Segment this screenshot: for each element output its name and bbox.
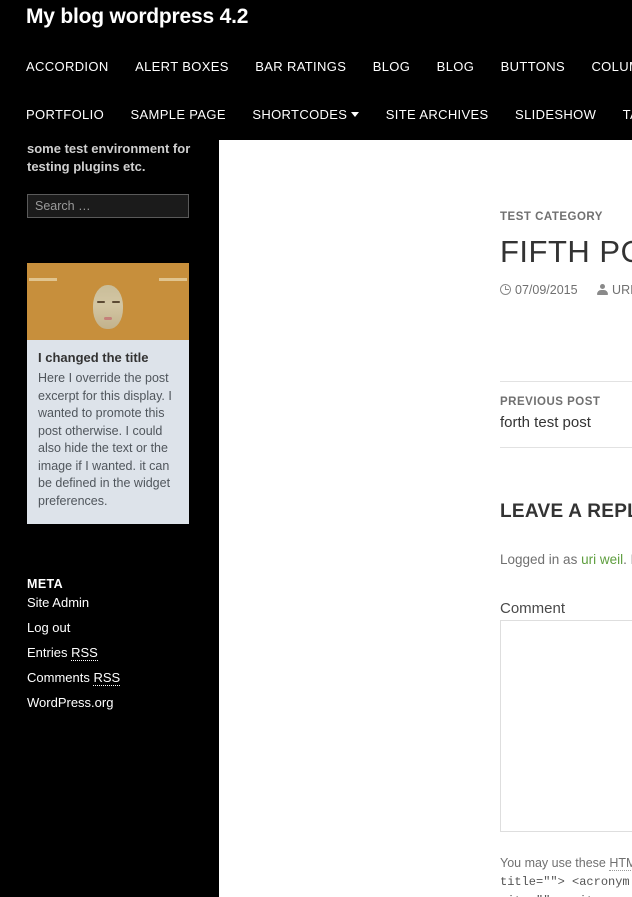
page-root: My blog wordpress 4.2 ACCORDION ALERT BO…: [0, 0, 632, 897]
search-input[interactable]: [27, 194, 189, 218]
post-navigation: PREVIOUS POST forth test post: [500, 396, 632, 431]
search-form: [27, 194, 189, 218]
widget-body: I changed the title Here I override the …: [27, 340, 189, 524]
logged-in-suffix: . L: [623, 552, 632, 567]
nav-item-portfolio[interactable]: PORTFOLIO: [26, 107, 104, 122]
divider: [500, 447, 632, 448]
widget-excerpt: Here I override the post excerpt for thi…: [38, 371, 172, 508]
list-item: Log out: [27, 619, 202, 637]
nav-item-blog-1[interactable]: BLOG: [373, 59, 411, 74]
allowed-tags-code-line-2: cite=""> <cite> <cod: [500, 892, 632, 897]
post-date: 07/09/2015: [515, 283, 578, 297]
comment-field-label: Comment: [500, 600, 566, 617]
illustration-mouth: [104, 317, 112, 320]
nav-item-shortcodes[interactable]: SHORTCODES: [252, 107, 360, 123]
primary-menu-row-2: PORTFOLIO SAMPLE PAGE SHORTCODES SITE AR…: [26, 106, 632, 124]
chevron-down-icon: [351, 112, 360, 118]
allowed-tags-code-line-1: title=""> <acronym t: [500, 875, 632, 889]
nav-item-columns[interactable]: COLUMNS: [591, 59, 632, 74]
nav-item-blog-2[interactable]: BLOG: [437, 59, 475, 74]
comment-input[interactable]: [500, 620, 632, 832]
nav-item-slideshow[interactable]: SLIDESHOW: [515, 107, 596, 122]
widget-featured-image[interactable]: [27, 263, 189, 340]
site-title[interactable]: My blog wordpress 4.2: [26, 5, 248, 29]
nav-item-shortcodes-label: SHORTCODES: [252, 107, 348, 123]
meta-link-site-admin[interactable]: Site Admin: [27, 595, 89, 610]
site-description: some test environment for testing plugin…: [27, 141, 191, 174]
rss-abbr: RSS: [93, 670, 121, 686]
nav-item-bar-ratings[interactable]: BAR RATINGS: [255, 59, 346, 74]
post-nav-link[interactable]: forth test post: [500, 414, 632, 431]
nav-item-alert-boxes[interactable]: ALERT BOXES: [135, 59, 229, 74]
main-content: TEST CATEGORY FIFTH PO 07/09/2015 URI PR…: [219, 140, 632, 897]
meta-widget-title: META: [27, 577, 64, 591]
nav-item-tabs[interactable]: TABS: [623, 107, 632, 122]
post-category[interactable]: TEST CATEGORY: [500, 211, 603, 223]
html-abbr: HTML: [609, 856, 632, 871]
clock-icon: [500, 284, 511, 295]
sidebar: some test environment for testing plugin…: [0, 140, 219, 897]
list-item: WordPress.org: [27, 694, 202, 712]
list-item: Comments RSS: [27, 669, 202, 687]
leave-a-reply-heading: LEAVE A REPLY: [500, 501, 632, 522]
user-icon: [597, 284, 609, 295]
site-masthead: My blog wordpress 4.2 ACCORDION ALERT BO…: [0, 0, 632, 140]
illustration-eye-left: [97, 301, 105, 303]
decorative-bar-left: [29, 278, 57, 281]
post-author[interactable]: URI: [597, 283, 632, 297]
nav-item-site-archives[interactable]: SITE ARCHIVES: [386, 107, 489, 122]
image-widget: I changed the title Here I override the …: [27, 263, 189, 524]
post-nav-label: PREVIOUS POST: [500, 396, 601, 408]
posted-on[interactable]: 07/09/2015: [500, 283, 578, 297]
page-title: FIFTH PO: [500, 234, 632, 269]
logged-in-prefix: Logged in as: [500, 552, 582, 567]
meta-link-entries-label: Entries: [27, 645, 72, 660]
meta-widget: META Site Admin Log out Entries RSS Comm…: [27, 577, 202, 719]
meta-link-wordpress-org[interactable]: WordPress.org: [27, 695, 113, 710]
list-item: Site Admin: [27, 594, 202, 612]
meta-link-list: Site Admin Log out Entries RSS Comments …: [27, 594, 202, 712]
nav-item-accordion[interactable]: ACCORDION: [26, 59, 109, 74]
entry-meta: 07/09/2015 URI: [500, 283, 632, 297]
logged-in-notice: Logged in as uri weil. L: [500, 552, 632, 567]
meta-link-comments-label: Comments: [27, 670, 94, 685]
meta-link-log-out[interactable]: Log out: [27, 620, 70, 635]
list-item: Entries RSS: [27, 644, 202, 662]
nav-item-sample-page[interactable]: SAMPLE PAGE: [131, 107, 226, 122]
meta-link-entries-rss[interactable]: Entries RSS: [27, 645, 98, 661]
logged-in-user-link[interactable]: uri weil: [581, 552, 623, 567]
post-author-name: URI: [612, 283, 632, 297]
meta-link-comments-rss[interactable]: Comments RSS: [27, 670, 121, 686]
illustration-eye-right: [112, 301, 120, 303]
illustration-face: [93, 285, 123, 329]
nav-item-buttons[interactable]: BUTTONS: [501, 59, 565, 74]
widget-title[interactable]: I changed the title: [38, 350, 178, 366]
allowed-tags-note: You may use these HTML title=""> <acrony…: [500, 854, 632, 897]
rss-abbr: RSS: [71, 645, 98, 661]
allowed-tags-prefix: You may use these: [500, 856, 610, 870]
primary-menu-row-1: ACCORDION ALERT BOXES BAR RATINGS BLOG B…: [26, 58, 632, 76]
decorative-bar-right: [159, 278, 187, 281]
divider: [500, 381, 632, 382]
